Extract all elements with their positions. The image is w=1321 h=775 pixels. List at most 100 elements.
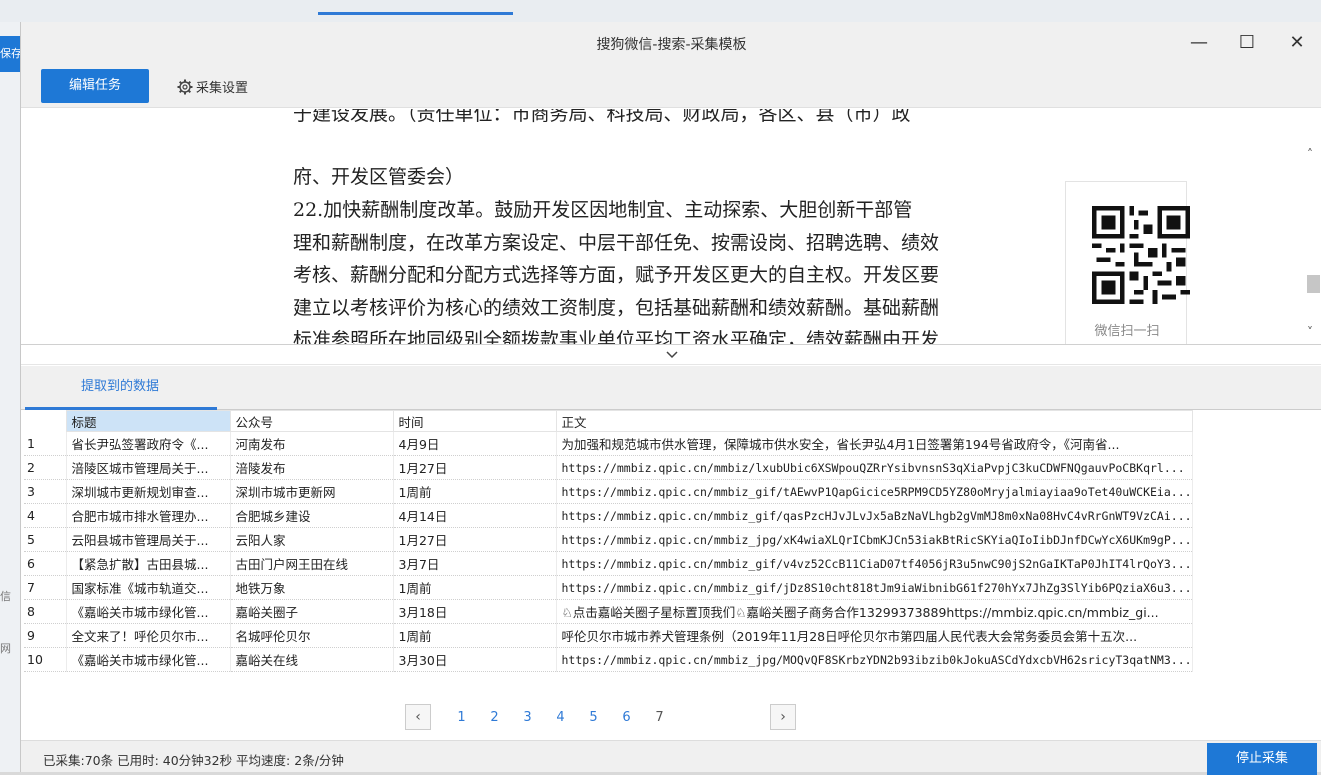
edit-task-button[interactable]: 编辑任务 — [41, 69, 149, 103]
page-button[interactable]: 4 — [544, 710, 577, 725]
window-title: 搜狗微信-搜索-采集模板 — [596, 37, 747, 53]
scroll-up-icon[interactable]: ˄ — [1307, 147, 1313, 161]
cell-time: 4月9日 — [393, 431, 557, 456]
page-button[interactable]: 7 — [643, 710, 676, 725]
cell-title: 国家标准《城市轨道交... — [66, 575, 231, 600]
table-row[interactable]: 4 合肥市城市排水管理办... 合肥城乡建设 4月14日 https://mmbiz.q… — [24, 503, 1193, 528]
article-line: 标准参照所在地同级别全额拨款事业单位平均工资水平确定，绩效薪酬由开发 — [293, 329, 940, 345]
row-index: 10 — [24, 647, 67, 672]
data-tab-bar: 提取到的数据 — [21, 366, 1321, 410]
prev-page-button[interactable]: ‹ — [405, 704, 431, 730]
page-button[interactable]: 2 — [478, 710, 511, 725]
table-row[interactable]: 6 【紧急扩散】古田县城... 古田门户网王田在线 3月7日 https://mmbiz… — [24, 551, 1193, 576]
cell-time: 1周前 — [393, 623, 557, 648]
page-button[interactable]: 5 — [577, 710, 610, 725]
cell-time: 3月30日 — [393, 647, 557, 672]
cell-body: ♘点击嘉峪关圈子星标置顶我们♘嘉峪关圈子商务合作13299373889https… — [556, 599, 1193, 624]
collect-settings-label: 采集设置 — [196, 81, 249, 96]
article-line: 建立以考核评价为核心的绩效工资制度，包括基础薪酬和绩效薪酬。基础薪酬 — [293, 297, 940, 319]
column-header-time[interactable]: 时间 — [392, 410, 557, 432]
column-header-title[interactable]: 标题 — [65, 410, 231, 432]
background-active-tab-indicator — [318, 12, 513, 15]
page-button[interactable]: 6 — [610, 710, 643, 725]
row-index: 8 — [24, 599, 67, 624]
column-header-body[interactable]: 正文 — [555, 410, 1193, 432]
cell-account: 涪陵发布 — [230, 455, 394, 480]
close-button[interactable]: ✕ — [1282, 30, 1312, 56]
cell-account: 古田门户网王田在线 — [230, 551, 394, 576]
cell-body: https://mmbiz.qpic.cn/mmbiz_jpg/xK4wiaXL… — [556, 527, 1193, 552]
article-line: 考核、薪酬分配和分配方式选择等方面，赋予开发区更大的自主权。开发区要 — [293, 264, 940, 286]
row-index: 2 — [24, 455, 67, 480]
scrollbar-thumb[interactable] — [1307, 275, 1320, 293]
article-line: 22.加快薪酬制度改革。鼓励开发区因地制宜、主动探索、大胆创新干部管 — [293, 199, 913, 221]
table-row[interactable]: 9 全文来了！呼伦贝尔市... 名城呼伦贝尔 1周前 呼伦贝尔市城市养犬管理条例（201… — [24, 623, 1193, 648]
cell-time: 1周前 — [393, 575, 557, 600]
page-button[interactable]: 1 — [445, 710, 478, 725]
row-index: 1 — [24, 431, 67, 456]
maximize-button[interactable]: ☐ — [1232, 30, 1262, 56]
row-index: 7 — [24, 575, 67, 600]
collapse-preview-toggle[interactable] — [21, 345, 1321, 365]
next-page-button[interactable]: › — [770, 704, 796, 730]
column-header-account[interactable]: 公众号 — [229, 410, 394, 432]
preview-scrollbar[interactable]: ˄ ˅ — [1304, 139, 1321, 344]
cell-body: https://mmbiz.qpic.cn/mmbiz_gif/qasPzcHJ… — [556, 503, 1193, 528]
article-line: 于建设发展。（责任单位：市商务局、科技局、财政局，各区、县（市）政 — [293, 109, 911, 125]
table-row[interactable]: 8 《嘉峪关市城市绿化管... 嘉峪关圈子 3月18日 ♘点击嘉峪关圈子星标置顶我们♘嘉… — [24, 599, 1193, 624]
cell-account: 嘉峪关在线 — [230, 647, 394, 672]
chevron-down-icon — [665, 351, 678, 359]
row-index: 5 — [24, 527, 67, 552]
cell-title: 涪陵区城市管理局关于... — [66, 455, 231, 480]
table-row[interactable]: 7 国家标准《城市轨道交... 地铁万象 1周前 https://mmbiz.qpic.… — [24, 575, 1193, 600]
background-label: 信 — [0, 590, 11, 603]
background-tabstrip — [0, 0, 1321, 22]
pagination: ‹ 1 2 3 4 5 6 7 › — [405, 704, 796, 730]
qr-code-icon — [1092, 206, 1190, 304]
background-save-button[interactable]: 保存 — [0, 36, 20, 72]
table-row[interactable]: 10 《嘉峪关市城市绿化管... 嘉峪关在线 3月30日 https://mmbiz.q… — [24, 647, 1193, 672]
tab-extracted-data[interactable]: 提取到的数据 — [25, 366, 217, 410]
extracted-data-table: 标题 公众号 时间 正文 1 省长尹弘签署政府令《... 河南发布 4月9日 为加强和规… — [24, 410, 1193, 672]
wechat-qr-box: 微信扫一扫 — [1065, 181, 1190, 344]
collection-stats: 已采集:70条 已用时: 40分钟32秒 平均速度: 2条/分钟 — [43, 753, 344, 768]
table-row[interactable]: 2 涪陵区城市管理局关于... 涪陵发布 1月27日 https://mmbiz.qpi… — [24, 455, 1193, 480]
background-app-edge: 保存 信 网 — [0, 22, 20, 772]
collect-settings-button[interactable]: 采集设置 — [177, 77, 248, 96]
cell-body: 为加强和规范城市供水管理，保障城市供水安全，省长尹弘4月1日签署第194号省政府… — [556, 431, 1193, 456]
row-index: 9 — [24, 623, 67, 648]
toolbar: 编辑任务 采集设置 — [21, 64, 1321, 108]
cell-title: 全文来了！呼伦贝尔市... — [66, 623, 231, 648]
cell-account: 深圳市城市更新网 — [230, 479, 394, 504]
row-index: 4 — [24, 503, 67, 528]
cell-body: https://mmbiz.qpic.cn/mmbiz_gif/tAEwvP1Q… — [556, 479, 1193, 504]
cell-title: 深圳城市更新规划审查... — [66, 479, 231, 504]
table-row[interactable]: 3 深圳城市更新规划审查... 深圳市城市更新网 1周前 https://mmbiz.q… — [24, 479, 1193, 504]
status-bar: 已采集:70条 已用时: 40分钟32秒 平均速度: 2条/分钟 停止采集 — [21, 740, 1321, 775]
table-header-row: 标题 公众号 时间 正文 — [24, 410, 1193, 432]
cell-account: 名城呼伦贝尔 — [230, 623, 394, 648]
page-button[interactable]: 3 — [511, 710, 544, 725]
minimize-button[interactable]: — — [1184, 30, 1214, 56]
qr-caption: 微信扫一扫 — [1094, 324, 1160, 339]
stop-collect-button[interactable]: 停止采集 — [1207, 743, 1317, 775]
background-label: 网 — [0, 642, 11, 655]
table-row[interactable]: 1 省长尹弘签署政府令《... 河南发布 4月9日 为加强和规范城市供水管理，保障城市供… — [24, 431, 1193, 456]
cell-title: 《嘉峪关市城市绿化管... — [66, 599, 231, 624]
row-index: 6 — [24, 551, 67, 576]
cell-body: https://mmbiz.qpic.cn/mmbiz_gif/v4vz52Cc… — [556, 551, 1193, 576]
cell-title: 【紧急扩散】古田县城... — [66, 551, 231, 576]
cell-title: 省长尹弘签署政府令《... — [66, 431, 231, 456]
cell-time: 1月27日 — [393, 455, 557, 480]
article-line: 理和薪酬制度，在改革方案设定、中层干部任免、按需设岗、招聘选聘、绩效 — [293, 232, 940, 254]
cell-title: 合肥市城市排水管理办... — [66, 503, 231, 528]
collect-template-dialog: 搜狗微信-搜索-采集模板 — ☐ ✕ 编辑任务 采集设置 于建设发展。（责任单位… — [20, 22, 1321, 775]
cell-account: 云阳人家 — [230, 527, 394, 552]
web-preview-pane[interactable]: 于建设发展。（责任单位：市商务局、科技局、财政局，各区、县（市）政 府、开发区管… — [21, 109, 1321, 345]
cell-account: 合肥城乡建设 — [230, 503, 394, 528]
table-row[interactable]: 5 云阳县城市管理局关于... 云阳人家 1月27日 https://mmbiz.qpi… — [24, 527, 1193, 552]
cell-account: 河南发布 — [230, 431, 394, 456]
scroll-down-icon[interactable]: ˅ — [1307, 325, 1313, 339]
cell-time: 4月14日 — [393, 503, 557, 528]
cell-body: https://mmbiz.qpic.cn/mmbiz_gif/jDz8S10c… — [556, 575, 1193, 600]
